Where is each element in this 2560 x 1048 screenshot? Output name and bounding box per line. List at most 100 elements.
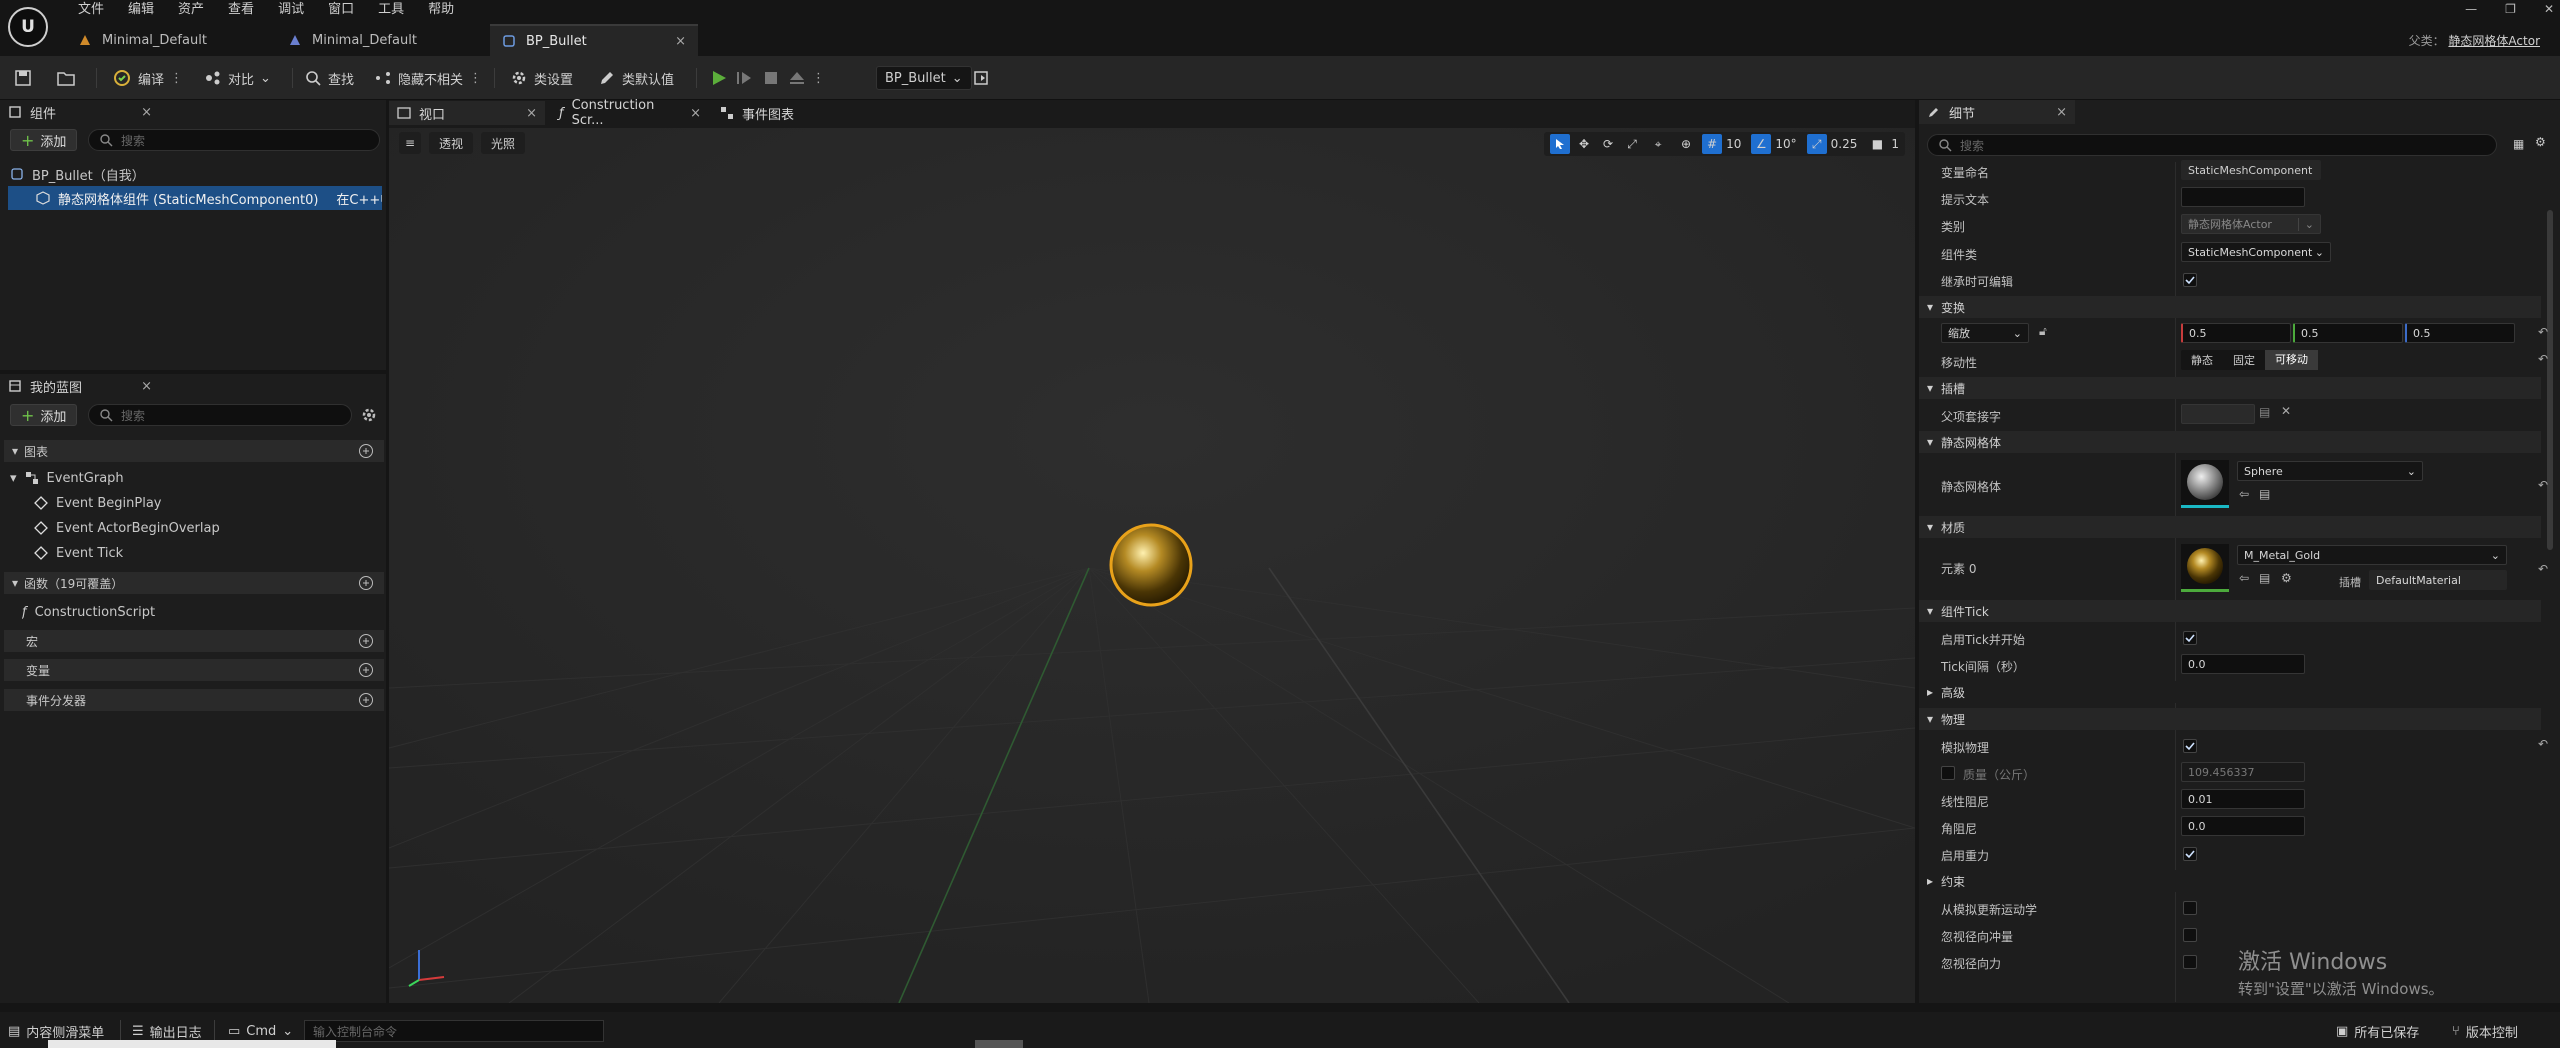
reset-arrow-icon[interactable]: ↶ xyxy=(2538,352,2548,366)
reset-arrow-icon[interactable]: ↶ xyxy=(2538,737,2548,751)
menu-window[interactable]: 窗口 xyxy=(316,0,366,20)
slot-field[interactable]: DefaultMaterial xyxy=(2369,570,2507,590)
hamburger-menu-icon[interactable]: ≡ xyxy=(399,132,421,154)
menu-debug[interactable]: 调试 xyxy=(266,0,316,20)
selected-sphere[interactable] xyxy=(1109,523,1193,607)
mobility-static-option[interactable]: 静态 xyxy=(2181,352,2223,368)
diff-button[interactable]: 对比 ⌄ xyxy=(204,66,271,90)
material-dropdown[interactable]: M_Metal_Gold ⌄ xyxy=(2237,545,2507,565)
restore-icon[interactable]: ❐ xyxy=(2505,2,2516,16)
add-function-icon[interactable] xyxy=(358,575,374,591)
close-icon[interactable]: × xyxy=(675,34,686,49)
menu-tools[interactable]: 工具 xyxy=(366,0,416,20)
minimize-icon[interactable]: — xyxy=(2465,2,2477,16)
world-local-icon[interactable]: ⊕ xyxy=(1674,137,1698,151)
browse-debug-button[interactable] xyxy=(972,66,990,90)
details-search-input[interactable]: 搜索 xyxy=(1927,134,2497,156)
menu-help[interactable]: 帮助 xyxy=(416,0,466,20)
tab-viewport[interactable]: 视口 × xyxy=(389,101,545,125)
simulate-physics-checkbox[interactable] xyxy=(2183,739,2197,753)
console-command-input[interactable]: 输入控制台命令 xyxy=(304,1020,604,1042)
unreal-logo-icon[interactable]: U xyxy=(8,7,48,47)
translate-tool-icon[interactable]: ✥ xyxy=(1574,137,1594,151)
physics-category[interactable]: ▾ 物理 xyxy=(1919,708,2541,730)
add-variable-icon[interactable] xyxy=(358,662,374,678)
grid-snap-value[interactable]: 10 xyxy=(1726,137,1741,151)
browse-asset-icon[interactable]: ▤ xyxy=(2259,487,2270,501)
tick-interval-field[interactable]: 0.0 xyxy=(2181,654,2305,674)
horizontal-scrollbar[interactable] xyxy=(48,1040,336,1048)
viewport-scrollbar-thumb[interactable] xyxy=(975,1040,1023,1048)
mobility-movable-option[interactable]: 可移动 xyxy=(2265,350,2318,370)
variable-name-field[interactable]: StaticMeshComponent xyxy=(2181,160,2321,180)
source-control-button[interactable]: ⑂ 版本控制 xyxy=(2452,1020,2518,1042)
settings-gear-icon[interactable] xyxy=(360,406,378,424)
save-button[interactable] xyxy=(14,66,32,90)
scale-x-field[interactable]: 0.5 xyxy=(2181,323,2291,343)
scale-mode-dropdown[interactable]: 缩放 ⌄ xyxy=(1941,323,2029,343)
perspective-button[interactable]: 透视 xyxy=(429,132,474,154)
add-macro-icon[interactable] xyxy=(358,633,374,649)
viewport[interactable]: ≡ 透视 光照 ✥ ⟳ ⤢ ⌖ ⊕ # 10 ∠ 10° ⤢ 0.25 ■ 1 xyxy=(389,128,1915,1003)
component-class-dropdown[interactable]: StaticMeshComponent ⌄ xyxy=(2181,242,2331,262)
details-scrollbar[interactable] xyxy=(2547,210,2553,550)
lit-button[interactable]: 光照 xyxy=(481,132,526,154)
compile-button[interactable]: 编译 ⋮ xyxy=(112,66,183,90)
component-static-mesh-item[interactable]: 静态网格体组件 (StaticMeshComponent0) 在C++中编辑 xyxy=(8,186,382,210)
blueprint-search-input[interactable]: 搜索 xyxy=(88,404,352,426)
close-icon[interactable]: × xyxy=(526,106,537,121)
tab-bp-bullet[interactable]: BP_Bullet × xyxy=(490,24,698,56)
scale-tool-icon[interactable]: ⤢ xyxy=(1622,137,1642,152)
clear-x-icon[interactable]: ✕ xyxy=(2281,404,2291,418)
class-settings-button[interactable]: 类设置 xyxy=(510,66,573,90)
variables-section-header[interactable]: 变量 xyxy=(4,659,384,681)
reset-arrow-icon[interactable]: ↶ xyxy=(2538,325,2548,339)
linear-damping-field[interactable]: 0.01 xyxy=(2181,789,2305,809)
use-selected-icon[interactable]: ⇦ xyxy=(2239,571,2249,585)
tab-event-graph[interactable]: 事件图表 xyxy=(712,101,832,125)
advanced-category[interactable]: ▸ 高级 xyxy=(1919,681,2541,703)
browse-asset-icon[interactable]: ▤ xyxy=(2259,571,2270,585)
class-defaults-button[interactable]: 类默认值 xyxy=(598,66,674,90)
camera-speed-value[interactable]: 1 xyxy=(1891,137,1899,151)
macros-section-header[interactable]: 宏 xyxy=(4,630,384,652)
browse-socket-icon[interactable]: ▤ xyxy=(2259,405,2270,419)
materials-category[interactable]: ▾ 材质 xyxy=(1919,516,2541,538)
angular-damping-field[interactable]: 0.0 xyxy=(2181,816,2305,836)
more-options-icon[interactable]: ⋮ xyxy=(469,71,482,86)
construction-script-item[interactable]: ƒ ConstructionScript xyxy=(22,600,155,624)
components-search-input[interactable]: 搜索 xyxy=(88,129,380,151)
rotate-tool-icon[interactable]: ⟳ xyxy=(1598,137,1618,151)
tab-construction-script[interactable]: ƒ Construction Scr... × xyxy=(551,98,709,128)
add-dispatcher-icon[interactable] xyxy=(358,692,374,708)
static-mesh-category[interactable]: ▾ 静态网格体 xyxy=(1919,431,2541,453)
select-tool-icon[interactable] xyxy=(1550,134,1571,154)
my-blueprint-tab[interactable]: 我的蓝图 × xyxy=(0,374,160,398)
close-icon[interactable]: × xyxy=(141,105,152,120)
event-item[interactable]: Event ActorBeginOverlap xyxy=(34,516,220,540)
transform-category[interactable]: ▾ 变换 xyxy=(1919,296,2541,318)
component-root-item[interactable]: BP_Bullet（自我） xyxy=(10,162,380,186)
parent-socket-field[interactable] xyxy=(2181,404,2255,424)
tooltip-field[interactable] xyxy=(2181,187,2305,207)
parent-class-link[interactable]: 静态网格体Actor xyxy=(2448,34,2540,48)
cmd-dropdown[interactable]: ▭ Cmd ⌄ xyxy=(228,1020,293,1042)
edit-in-cpp-link[interactable]: 在C++中编辑 xyxy=(336,189,382,208)
event-graph-item[interactable]: ▾ EventGraph xyxy=(10,466,124,490)
component-tick-category[interactable]: ▾ 组件Tick xyxy=(1919,600,2541,622)
reset-arrow-icon[interactable]: ↶ xyxy=(2538,562,2548,576)
graphs-section-header[interactable]: ▾ 图表 xyxy=(4,440,384,462)
components-tab[interactable]: 组件 × xyxy=(0,100,160,124)
event-item[interactable]: Event Tick xyxy=(34,541,123,565)
menu-asset[interactable]: 资产 xyxy=(166,0,216,20)
constraints-category[interactable]: ▸ 约束 xyxy=(1919,870,2541,892)
menu-view[interactable]: 查看 xyxy=(216,0,266,20)
menu-edit[interactable]: 编辑 xyxy=(116,0,166,20)
editable-when-inherited-checkbox[interactable] xyxy=(2183,273,2197,287)
start-with-tick-checkbox[interactable] xyxy=(2183,631,2197,645)
sockets-category[interactable]: ▾ 插槽 xyxy=(1919,377,2541,399)
scale-snap-value[interactable]: 0.25 xyxy=(1831,137,1858,151)
play-icon[interactable] xyxy=(708,68,730,88)
camera-speed-icon[interactable]: ■ xyxy=(1867,137,1887,151)
browse-button[interactable] xyxy=(56,66,76,90)
